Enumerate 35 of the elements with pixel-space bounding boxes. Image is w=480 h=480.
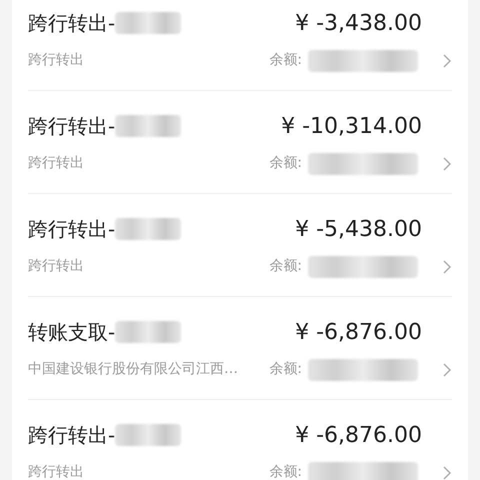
chevron-right-icon bbox=[442, 156, 452, 172]
redacted-block bbox=[115, 424, 182, 446]
transaction-title: 跨行转出- bbox=[28, 216, 116, 243]
redacted-block bbox=[115, 12, 182, 34]
transaction-amount: ¥ -6,876.00 bbox=[295, 422, 422, 450]
redacted-block bbox=[115, 115, 182, 137]
redacted-block bbox=[115, 218, 182, 240]
transaction-row[interactable]: 跨行转出- ¥ -5,438.00 跨行转出 余额: bbox=[28, 194, 452, 297]
transaction-amount: ¥ -6,876.00 bbox=[295, 318, 422, 346]
transaction-amount: ¥ -3,438.00 bbox=[295, 10, 422, 38]
transaction-description: 中国建设银行股份有限公司江西… bbox=[28, 360, 238, 379]
transaction-row[interactable]: 转账支取- ¥ -6,876.00 中国建设银行股份有限公司江西… 余额: bbox=[28, 297, 452, 400]
transaction-title: 跨行转出- bbox=[28, 113, 116, 140]
chevron-right-icon bbox=[442, 464, 452, 480]
transaction-title: 跨行转出- bbox=[28, 10, 116, 37]
transaction-description: 跨行转出 bbox=[28, 154, 84, 173]
balance-label: 余额: bbox=[269, 154, 302, 173]
chevron-right-icon bbox=[442, 258, 452, 274]
balance-label: 余额: bbox=[269, 51, 302, 70]
transaction-amount: ¥ -5,438.00 bbox=[295, 216, 422, 244]
transaction-title: 转账支取- bbox=[28, 319, 116, 346]
transaction-description: 跨行转出 bbox=[28, 51, 84, 70]
redacted-block bbox=[115, 321, 182, 343]
transaction-amount: ¥ -10,314.00 bbox=[281, 112, 422, 140]
chevron-right-icon bbox=[442, 52, 452, 68]
transaction-description: 跨行转出 bbox=[28, 257, 84, 276]
balance-label: 余额: bbox=[269, 463, 302, 480]
balance-label: 余额: bbox=[269, 257, 302, 276]
transaction-row[interactable]: 跨行转出- ¥ -6,876.00 跨行转出 余额: bbox=[28, 400, 452, 480]
transaction-row[interactable]: 跨行转出- ¥ -3,438.00 跨行转出 余额: bbox=[28, 0, 452, 91]
transaction-title: 跨行转出- bbox=[28, 422, 116, 449]
balance-label: 余额: bbox=[269, 360, 302, 379]
chevron-right-icon bbox=[442, 362, 452, 378]
transaction-description: 跨行转出 bbox=[28, 463, 84, 480]
transaction-row[interactable]: 跨行转出- ¥ -10,314.00 跨行转出 余额: bbox=[28, 91, 452, 194]
